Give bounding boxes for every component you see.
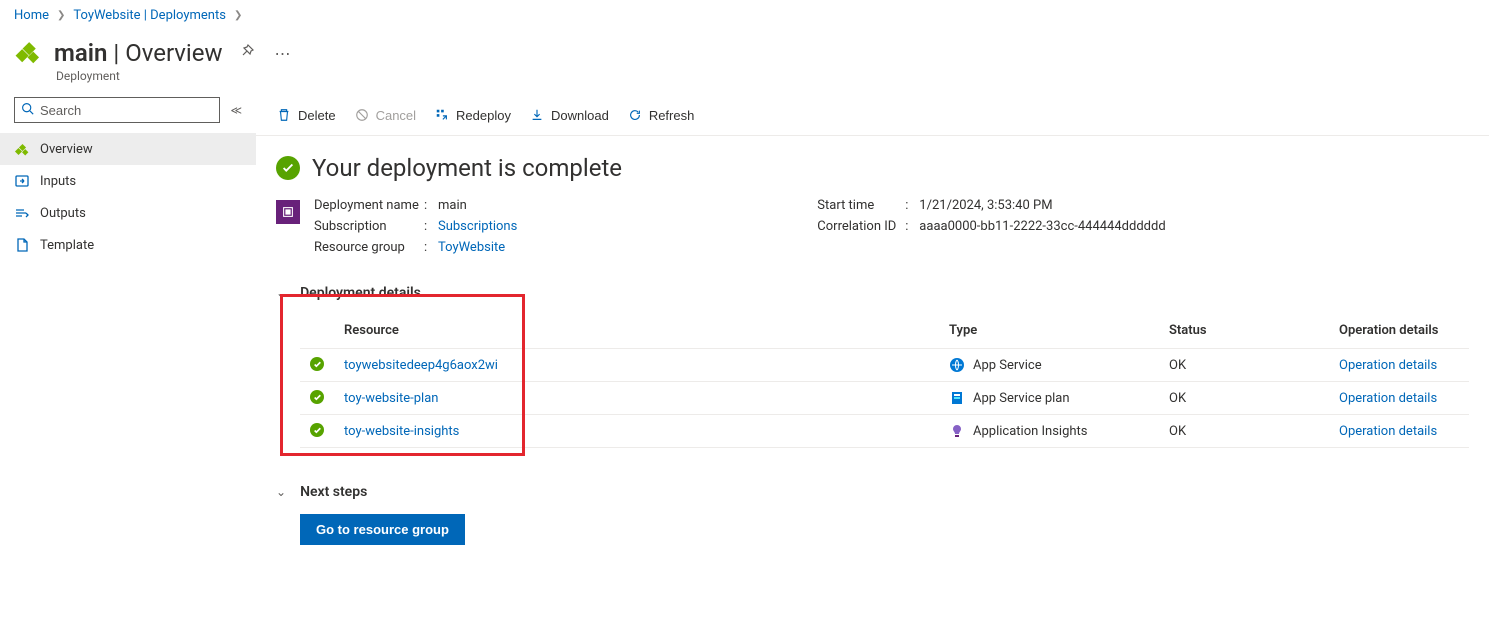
label-resource-group: Resource group (314, 240, 424, 255)
resource-link[interactable]: toy-website-plan (344, 391, 438, 406)
page-title: main | Overview (54, 39, 223, 67)
download-icon (529, 107, 545, 123)
redeploy-icon (434, 107, 450, 123)
title-section: Overview (125, 39, 222, 67)
delete-icon (276, 107, 292, 123)
summary-left: Deployment name : main Subscription : Su… (314, 198, 517, 255)
sidebar-item-label: Inputs (40, 174, 76, 189)
value-deployment-name: main (438, 198, 467, 213)
deploy-icon (14, 141, 30, 157)
link-subscription[interactable]: Subscriptions (438, 219, 517, 234)
status-value: OK (1159, 415, 1329, 448)
summary: Deployment name : main Subscription : Su… (256, 194, 1489, 273)
outputs-icon (14, 205, 30, 221)
operation-details-link[interactable]: Operation details (1339, 424, 1437, 439)
more-icon[interactable]: ⋯ (271, 40, 295, 67)
search-icon (21, 102, 34, 119)
sidebar: ≪ Overview Inputs Outputs Template (0, 97, 256, 585)
sidebar-item-inputs[interactable]: Inputs (0, 165, 256, 197)
appplan-icon (949, 390, 965, 406)
sidebar-item-overview[interactable]: Overview (0, 133, 256, 165)
template-badge-icon (276, 200, 300, 224)
sidebar-item-template[interactable]: Template (0, 229, 256, 261)
check-circle-icon (310, 357, 324, 371)
th-op: Operation details (1329, 315, 1469, 349)
operation-details-link[interactable]: Operation details (1339, 358, 1437, 373)
search-box[interactable] (14, 97, 220, 123)
inputs-icon (14, 173, 30, 189)
main-content: Delete Cancel Redeploy Download Refresh (256, 97, 1489, 585)
breadcrumb-home[interactable]: Home (14, 8, 49, 23)
breadcrumb: Home ❯ ToyWebsite | Deployments ❯ (0, 0, 1489, 33)
label-subscription: Subscription (314, 219, 424, 234)
download-button[interactable]: Download (529, 105, 609, 125)
status-header: Your deployment is complete (256, 136, 1489, 194)
table-row: toy-website-plan App Service plan OK Operat… (300, 382, 1469, 415)
delete-button[interactable]: Delete (276, 105, 336, 125)
status-value: OK (1159, 349, 1329, 382)
deployment-icon (14, 37, 42, 69)
page-header: main | Overview ⋯ (0, 33, 1489, 71)
check-circle-icon (310, 390, 324, 404)
value-start-time: 1/21/2024, 3:53:40 PM (919, 198, 1052, 213)
type-label: App Service plan (973, 391, 1070, 406)
go-to-resource-group-button[interactable]: Go to resource group (300, 514, 465, 545)
resource-link[interactable]: toy-website-insights (344, 424, 459, 439)
chevron-down-icon: ⌄ (276, 485, 286, 499)
cancel-button: Cancel (354, 105, 416, 125)
type-label: App Service (973, 358, 1042, 373)
chevron-down-icon: ⌄ (276, 286, 286, 300)
th-status: Status (1159, 315, 1329, 349)
search-input[interactable] (40, 103, 213, 118)
toolbar: Delete Cancel Redeploy Download Refresh (256, 97, 1489, 136)
breadcrumb-deployments[interactable]: ToyWebsite | Deployments (73, 8, 226, 23)
title-main: main (54, 39, 107, 67)
link-resource-group[interactable]: ToyWebsite (438, 240, 505, 255)
collapse-sidebar-button[interactable]: ≪ (226, 100, 246, 121)
label-deployment-name: Deployment name (314, 198, 424, 213)
check-circle-icon (310, 423, 324, 437)
value-correlation-id: aaaa0000-bb11-2222-33cc-444444dddddd (919, 219, 1165, 234)
template-icon (14, 237, 30, 253)
redeploy-button[interactable]: Redeploy (434, 105, 511, 125)
resource-type-label: Deployment (0, 69, 1489, 83)
sidebar-item-label: Overview (40, 142, 93, 157)
refresh-button[interactable]: Refresh (627, 105, 695, 125)
chevron-right-icon: ❯ (57, 10, 65, 21)
appservice-icon (949, 357, 965, 373)
operation-details-link[interactable]: Operation details (1339, 391, 1437, 406)
sidebar-item-outputs[interactable]: Outputs (0, 197, 256, 229)
cancel-icon (354, 107, 370, 123)
chevron-right-icon: ❯ (234, 10, 242, 21)
section-next-steps[interactable]: ⌄ Next steps (256, 472, 1489, 514)
refresh-icon (627, 107, 643, 123)
status-value: OK (1159, 382, 1329, 415)
label-correlation-id: Correlation ID (817, 219, 905, 234)
resource-link[interactable]: toywebsitedeep4g6aox2wi (344, 358, 498, 373)
appinsights-icon (949, 423, 965, 439)
th-resource: Resource (334, 315, 939, 349)
table-row: toywebsitedeep4g6aox2wi App Service OK Oper… (300, 349, 1469, 382)
check-circle-icon (276, 156, 300, 180)
label-start-time: Start time (817, 198, 905, 213)
type-label: Application Insights (973, 424, 1088, 439)
table-row: toy-website-insights Application Insights… (300, 415, 1469, 448)
deployment-details-table: Resource Type Status Operation details t… (300, 315, 1469, 448)
section-deployment-details[interactable]: ⌄ Deployment details (256, 273, 1489, 315)
status-heading: Your deployment is complete (312, 154, 622, 182)
th-type: Type (939, 315, 1159, 349)
summary-right: Start time : 1/21/2024, 3:53:40 PM Corre… (817, 198, 1165, 255)
sidebar-item-label: Template (40, 238, 94, 253)
pin-icon[interactable] (235, 39, 259, 67)
sidebar-item-label: Outputs (40, 206, 86, 221)
